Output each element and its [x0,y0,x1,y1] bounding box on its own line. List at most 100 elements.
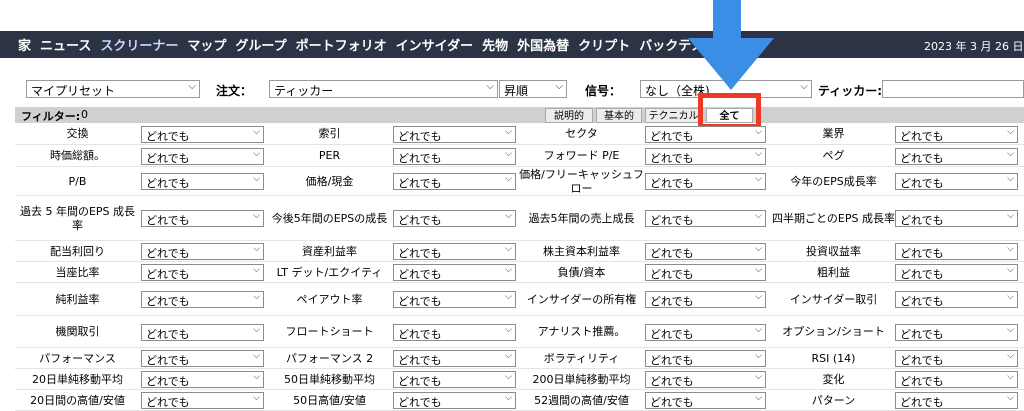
preset-select[interactable]: マイプリセット ⌵ [26,80,200,98]
filter-label: 過去 5 年間のEPS 成長率 [19,204,136,232]
filter-select[interactable]: どれでも ⌵ [393,243,516,260]
chevron-down-icon: ⌵ [755,372,762,382]
nav-item[interactable]: 家 [18,35,31,54]
ticker-input[interactable] [882,80,1024,98]
filter-label: インサイダー取引 [789,292,878,306]
filter-select[interactable]: どれでも ⌵ [645,148,766,165]
filter-select-value: どれでも [146,295,190,308]
nav-item[interactable]: ニュース [40,35,91,54]
nav-item[interactable]: クリプト [578,35,630,54]
filter-label: P/B [68,174,87,188]
filter-label: 20日単純移動平均 [32,372,123,386]
direction-select[interactable]: 昇順 ⌵ [499,80,567,98]
filter-select[interactable]: どれでも ⌵ [895,350,1018,367]
nav-item[interactable]: マップ [187,35,226,54]
filter-select-value: どれでも [146,152,190,165]
filter-select[interactable]: どれでも ⌵ [141,126,264,143]
filter-select[interactable]: どれでも ⌵ [895,126,1018,143]
filter-select[interactable]: どれでも ⌵ [895,324,1018,341]
filter-select[interactable]: どれでも ⌵ [141,210,264,227]
filter-select[interactable]: どれでも ⌵ [645,324,766,341]
chevron-down-icon: ⌵ [755,265,762,275]
chevron-down-icon: ⌵ [505,325,512,335]
tab-descriptive[interactable]: 説明的 [545,108,593,123]
filter-select[interactable]: どれでも ⌵ [141,324,264,341]
filter-select[interactable]: どれでも ⌵ [645,350,766,367]
chevron-down-icon: ⌵ [1007,372,1014,382]
filter-select-value: どれでも [146,354,190,367]
filter-label: オプション/ショート [782,325,885,338]
chevron-down-icon: ⌵ [755,174,762,184]
filter-select[interactable]: どれでも ⌵ [895,243,1018,260]
nav-item[interactable]: インサイダー [396,35,473,54]
chevron-down-icon: ⌵ [1007,393,1014,403]
current-date: 2023 年 3 月 26 日（日 [924,40,1024,53]
filter-label: 配当利回り [50,244,105,258]
filter-select[interactable]: どれでも ⌵ [895,148,1018,165]
filter-select-value: どれでも [398,354,442,367]
chevron-down-icon: ⌵ [1007,292,1014,302]
filter-title: フィルター: [21,110,81,123]
filter-select[interactable]: どれでも ⌵ [141,173,264,190]
chevron-down-icon: ⌵ [755,211,762,221]
filter-select[interactable]: どれでも ⌵ [141,291,264,308]
filter-select[interactable]: どれでも ⌵ [895,173,1018,190]
filter-select[interactable]: どれでも ⌵ [645,210,766,227]
filter-select[interactable]: どれでも ⌵ [895,392,1018,409]
filter-select[interactable]: どれでも ⌵ [141,371,264,388]
filter-select[interactable]: どれでも ⌵ [141,264,264,281]
filter-select[interactable]: どれでも ⌵ [645,371,766,388]
filter-select[interactable]: どれでも ⌵ [393,350,516,367]
filter-select-value: どれでも [398,247,442,260]
order-value: ティッカー [274,84,334,98]
filter-select[interactable]: どれでも ⌵ [645,291,766,308]
filter-select[interactable]: どれでも ⌵ [645,243,766,260]
nav-item[interactable]: グループ [235,35,286,54]
filter-select[interactable]: どれでも ⌵ [645,264,766,281]
filter-label: PER [318,149,341,162]
filter-select[interactable]: どれでも ⌵ [393,173,516,190]
filter-select-value: どれでも [900,247,944,260]
filter-select[interactable]: どれでも ⌵ [393,126,516,143]
filter-label: ペグ [822,149,845,162]
filter-select-value: どれでも [650,396,694,409]
order-select[interactable]: ティッカー ⌵ [269,80,498,98]
filter-select[interactable]: どれでも ⌵ [141,350,264,367]
nav-item[interactable]: 外国為替 [517,35,569,54]
filter-select[interactable]: どれでも ⌵ [393,148,516,165]
filter-select[interactable]: どれでも ⌵ [895,264,1018,281]
filter-select[interactable]: どれでも ⌵ [141,148,264,165]
filter-label: RSI (14) [811,351,856,365]
filter-select[interactable]: どれでも ⌵ [393,210,516,227]
filter-select[interactable]: どれでも ⌵ [895,210,1018,227]
nav-item[interactable]: ポートフォリオ [296,35,387,54]
filter-select[interactable]: どれでも ⌵ [141,392,264,409]
chevron-down-icon: ⌵ [253,244,260,254]
direction-value: 昇順 [504,84,529,98]
nav-item[interactable]: 先物 [482,35,508,54]
filter-select-value: どれでも [398,268,442,281]
filter-select[interactable]: どれでも ⌵ [393,291,516,308]
filter-select[interactable]: どれでも ⌵ [141,243,264,260]
filter-select[interactable]: どれでも ⌵ [393,392,516,409]
filter-label: 変化 [822,372,845,386]
filter-select[interactable]: どれでも ⌵ [645,173,766,190]
tab-technical[interactable]: テクニカル [645,108,702,123]
filter-select-value: どれでも [398,214,442,227]
filter-select[interactable]: どれでも ⌵ [393,264,516,281]
filter-select[interactable]: どれでも ⌵ [895,291,1018,308]
nav-item[interactable]: スクリーナー [100,35,178,54]
filter-select[interactable]: どれでも ⌵ [895,371,1018,388]
filter-label: 負債/資本 [557,265,606,279]
highlight-box [698,93,761,129]
filter-select[interactable]: どれでも ⌵ [393,371,516,388]
tab-fundamental[interactable]: 基本的 [596,108,642,123]
filter-select-value: どれでも [650,328,694,341]
chevron-down-icon: ⌵ [188,81,196,92]
filter-select[interactable]: どれでも ⌵ [645,126,766,143]
filter-label: 資産利益率 [302,244,357,258]
chevron-down-icon: ⌵ [253,211,260,221]
filter-select-value: どれでも [650,375,694,388]
filter-select[interactable]: どれでも ⌵ [393,324,516,341]
filter-select[interactable]: どれでも ⌵ [645,392,766,409]
